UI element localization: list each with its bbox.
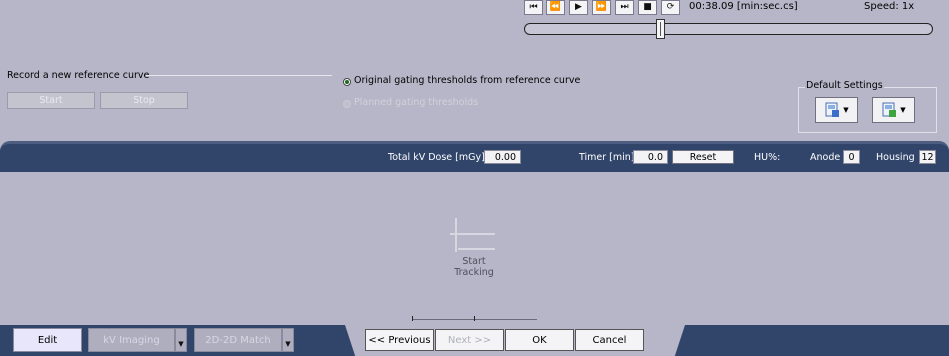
playback-slider-track[interactable] [524,23,933,35]
kv-dose-value: 0.00 [484,150,521,164]
anode-label: Anode [810,152,841,163]
match-dropdown-icon[interactable]: ▼ [282,328,294,352]
cancel-button[interactable]: Cancel [575,329,644,351]
loop-icon: ⟳ [666,2,675,12]
save-settings-button[interactable]: ▼ [815,97,858,123]
radio-planned-thresholds[interactable] [343,100,351,108]
original-thresholds-label: Original gating thresholds from referenc… [354,75,581,86]
ok-button[interactable]: OK [505,329,574,351]
tracking-progress-tick-mid [474,316,475,321]
save-settings-dropdown-icon: ▼ [843,106,849,114]
playback-speed: Speed: 1x [864,1,915,12]
housing-label: Housing [876,152,915,163]
tracking-progress-tick-start [412,316,413,321]
anode-value: 0 [843,150,860,164]
tracking-axis-upper [450,233,495,235]
start-tracking-label[interactable]: Start Tracking [440,256,508,278]
playback-time: 00:38.09 [min:sec.cs] [689,1,798,12]
kv-dose-label: Total kV Dose [mGy] [388,152,485,163]
next-button[interactable]: Next >> [435,329,504,351]
skip-start-icon: ⏮ [529,2,538,12]
reference-group-divider [146,75,332,76]
stop-record-button[interactable]: Stop [100,92,188,109]
stop-button[interactable]: ■ [638,0,657,15]
play-button[interactable]: ▶ [569,0,588,15]
fast-forward-button[interactable]: ⏩ [592,0,611,15]
save-settings-icon [825,102,840,117]
skip-end-button[interactable]: ⏭ [615,0,634,15]
play-icon: ▶ [575,2,582,12]
stop-icon: ■ [643,2,652,12]
tab-kv-imaging[interactable]: kV Imaging [88,328,175,352]
load-settings-dropdown-icon: ▼ [900,106,906,114]
tab-edit[interactable]: Edit [13,328,82,352]
tracking-axis-lower [458,248,495,250]
tab-2d-2d-match[interactable]: 2D-2D Match [194,328,282,352]
load-settings-button[interactable]: ▼ [872,97,915,123]
radio-original-thresholds[interactable] [343,78,351,86]
loop-button[interactable]: ⟳ [661,0,680,15]
planned-thresholds-label: Planned gating thresholds [354,97,479,108]
rewind-button[interactable]: ⏪ [546,0,565,15]
timer-label: Timer [min] [579,152,635,163]
skip-start-button[interactable]: ⏮ [524,0,543,15]
housing-value: 12 [919,150,936,164]
load-settings-icon [882,102,897,117]
reference-group-title: Record a new reference curve [7,70,150,81]
start-record-button[interactable]: Start [7,92,95,109]
previous-button[interactable]: << Previous [365,329,434,351]
default-settings-title: Default Settings [805,80,884,91]
fast-forward-icon: ⏩ [595,2,608,12]
rewind-icon: ⏪ [549,2,562,12]
tracking-axis-vertical [455,218,457,252]
hu-label: HU%: [754,152,781,163]
reset-timer-button[interactable]: Reset [672,150,734,164]
kv-imaging-dropdown-icon[interactable]: ▼ [175,328,187,352]
timer-value: 0.0 [633,150,668,164]
skip-end-icon: ⏭ [620,2,629,12]
playback-slider-thumb[interactable] [656,19,665,39]
